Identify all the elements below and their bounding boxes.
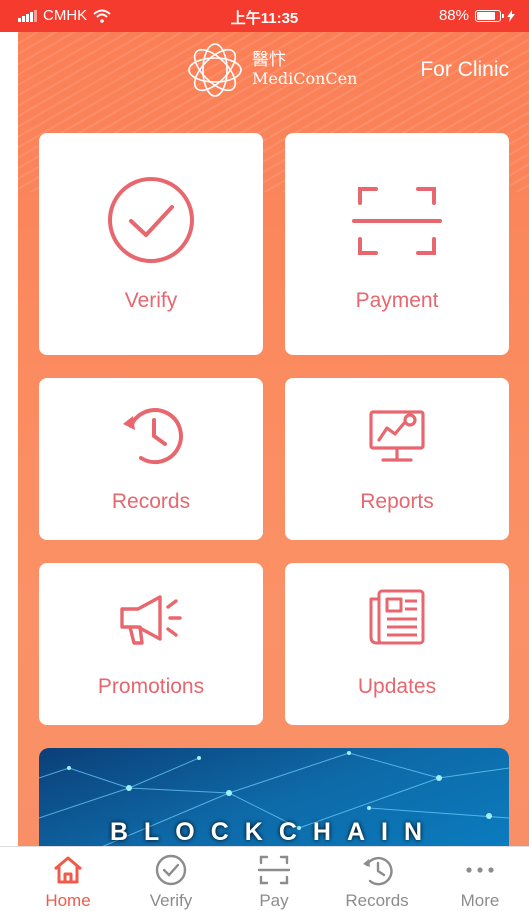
tab-home-label: Home bbox=[45, 891, 91, 910]
for-clinic-link[interactable]: For Clinic bbox=[420, 58, 509, 82]
tab-home[interactable]: Home bbox=[18, 847, 118, 910]
logo-mark-icon bbox=[188, 43, 242, 97]
bottom-tab-bar: Home Verify Pay Records More bbox=[0, 846, 529, 910]
logo-text-cn: 醫忭 bbox=[252, 50, 286, 70]
tile-updates[interactable]: Updates bbox=[285, 563, 509, 725]
history-icon bbox=[363, 856, 393, 886]
tab-records-label: Records bbox=[345, 891, 409, 910]
history-icon bbox=[123, 408, 183, 464]
scan-icon bbox=[257, 855, 291, 885]
home-screen: 醫忭 MediConCen For Clinic Verify Payment bbox=[18, 32, 529, 846]
battery-percent: 88% bbox=[438, 7, 469, 24]
tab-more[interactable]: More bbox=[430, 847, 529, 910]
newspaper-icon bbox=[369, 589, 425, 645]
more-dots-icon bbox=[466, 867, 494, 873]
status-bar: CMHK 上午11:35 88% bbox=[0, 0, 529, 32]
tab-verify-label: Verify bbox=[149, 891, 193, 910]
tab-verify[interactable]: Verify bbox=[121, 847, 221, 910]
tile-verify-label: Verify bbox=[124, 289, 178, 312]
tile-records-label: Records bbox=[111, 490, 191, 513]
tile-reports-label: Reports bbox=[360, 490, 434, 513]
megaphone-icon bbox=[120, 595, 182, 645]
check-circle-icon bbox=[108, 177, 194, 263]
charging-icon bbox=[507, 9, 515, 22]
tab-more-label: More bbox=[460, 891, 500, 910]
logo-text-en: MediConCen bbox=[252, 69, 358, 88]
tab-pay[interactable]: Pay bbox=[224, 847, 324, 910]
battery-icon bbox=[475, 9, 504, 22]
tab-pay-label: Pay bbox=[259, 891, 289, 910]
tile-updates-label: Updates bbox=[357, 675, 437, 698]
tile-verify[interactable]: Verify bbox=[39, 133, 263, 355]
tile-promotions-label: Promotions bbox=[97, 675, 205, 698]
check-circle-icon bbox=[155, 854, 187, 886]
banner-title: BLOCKCHAIN bbox=[109, 818, 439, 846]
tile-payment[interactable]: Payment bbox=[285, 133, 509, 355]
logo-text: 醫忭 MediConCen bbox=[252, 51, 357, 89]
tile-payment-label: Payment bbox=[355, 289, 439, 312]
scan-icon bbox=[352, 187, 442, 255]
tile-records[interactable]: Records bbox=[39, 378, 263, 540]
app-logo: 醫忭 MediConCen bbox=[186, 40, 357, 100]
presentation-chart-icon bbox=[369, 410, 425, 462]
tile-promotions[interactable]: Promotions bbox=[39, 563, 263, 725]
tile-reports[interactable]: Reports bbox=[285, 378, 509, 540]
blockchain-banner[interactable]: BLOCKCHAIN bbox=[39, 748, 509, 846]
battery-group: 88% bbox=[439, 7, 515, 24]
tab-records[interactable]: Records bbox=[327, 847, 427, 910]
home-icon bbox=[54, 856, 82, 884]
